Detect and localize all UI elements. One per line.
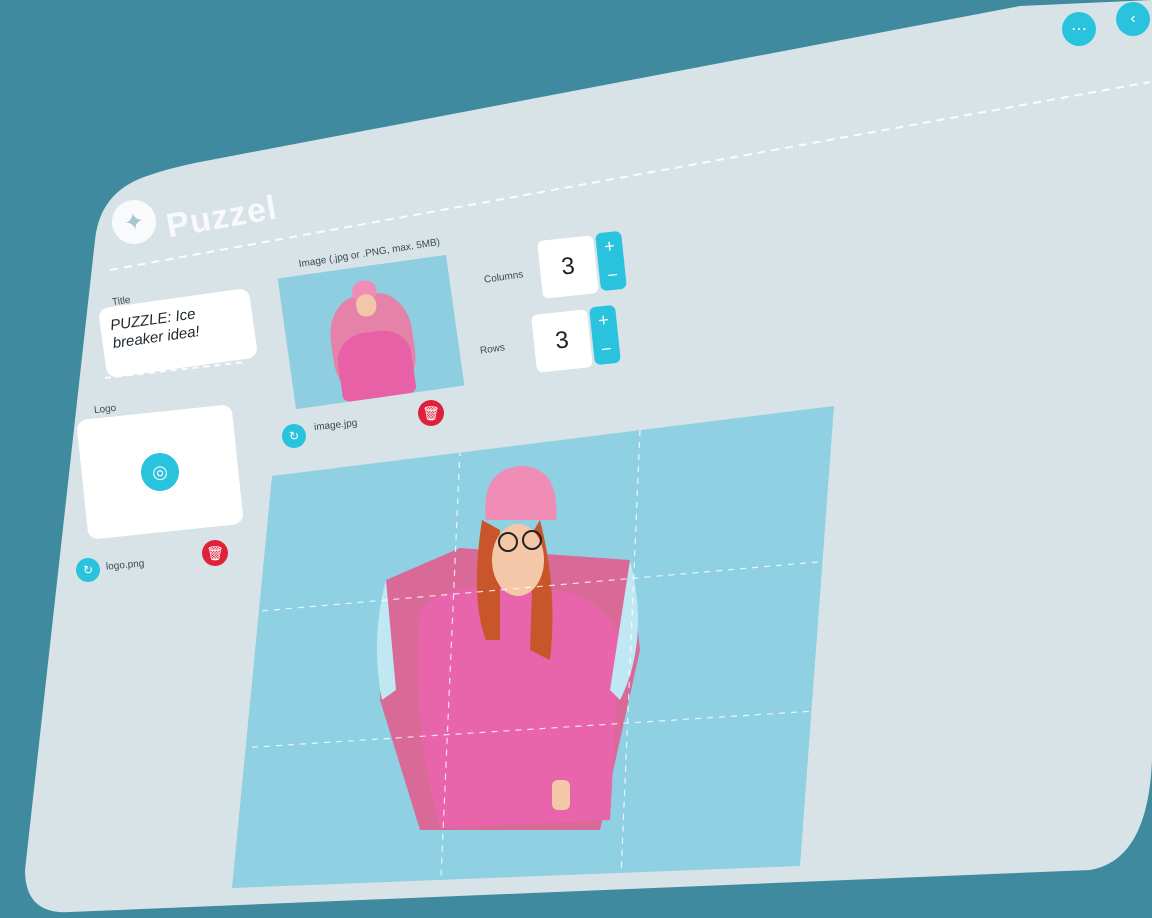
stage: ✦ Puzzel ⋯ ‹ Title PUZZLE: Ice breaker i… (0, 0, 1152, 918)
puzzle-preview[interactable] (0, 0, 1152, 918)
